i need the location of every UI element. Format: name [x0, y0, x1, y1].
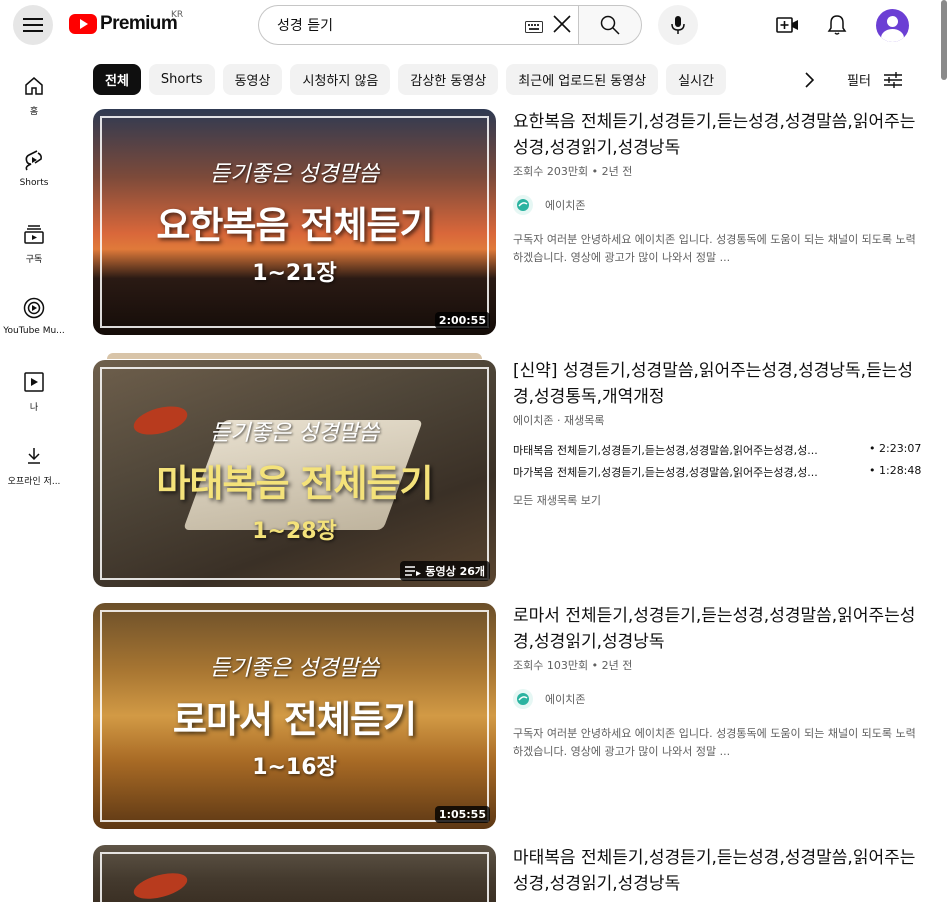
playlist-info: [신약] 성경듣기,성경말씀,읽어주는성경,성경낭독,듣는성경,성경통독,개역개…: [513, 358, 923, 508]
channel-name: 에이치존: [545, 199, 586, 212]
sidebar-item-youtube-music[interactable]: YouTube Mu...: [0, 282, 68, 352]
chip-watched[interactable]: 감상한 동영상: [398, 64, 499, 95]
subscriptions-icon: [24, 222, 44, 246]
video-info: 마태복음 전체듣기,성경듣기,듣는성경,성경말씀,읽어주는성경,성경읽기,성경낭…: [513, 845, 923, 897]
video-info: 로마서 전체듣기,성경듣기,듣는성경,성경말씀,읽어주는성경,성경읽기,성경낭독…: [513, 603, 923, 761]
chip-all[interactable]: 전체: [93, 64, 141, 95]
page-scrollbar[interactable]: [941, 0, 947, 80]
video-description: 구독자 여러분 안녕하세요 에이치존 입니다. 성경통독에 도움이 되는 채널이…: [513, 233, 916, 264]
home-icon: [24, 74, 44, 98]
thumbnail-chapters: 1~21장: [252, 261, 337, 286]
playlist-video-title: 마가복음 전체듣기,성경듣기,듣는성경,성경말씀,읽어주는성경,성...: [513, 466, 818, 479]
sidebar-item-label: Shorts: [19, 178, 49, 188]
playlist-metadata[interactable]: 에이치존 · 재생목록: [513, 412, 923, 428]
channel-avatar: [513, 689, 533, 709]
filter-sliders-icon: [883, 71, 902, 88]
video-title[interactable]: 마태복음 전체듣기,성경듣기,듣는성경,성경말씀,읽어주는성경,성경읽기,성경낭…: [513, 845, 923, 897]
sidebar-item-label: 나: [29, 403, 39, 413]
search-button[interactable]: [578, 5, 642, 45]
chip-unwatched[interactable]: 시청하지 않음: [290, 64, 391, 95]
thumbnail-chapters: 1~28장: [252, 519, 337, 544]
your-channel-icon: [24, 370, 44, 394]
playlist-count-badge: 동영상 26개: [400, 561, 490, 581]
notifications-button[interactable]: [822, 10, 852, 40]
thumbnail-title: 요한복음 전체듣기: [156, 204, 433, 247]
playlist-stack: [107, 353, 482, 359]
bell-icon: [827, 15, 847, 35]
thumbnail-tagline: 듣기좋은 성경말씀: [210, 162, 379, 187]
video-duration: 1:05:55: [434, 806, 490, 823]
view-full-playlist-link[interactable]: 모든 재생목록 보기: [513, 492, 923, 508]
sidebar-item-label: 홈: [29, 107, 39, 117]
playlist-video-title: 마태복음 전체듣기,성경듣기,듣는성경,성경말씀,읽어주는성경,성...: [513, 444, 818, 457]
youtube-play-icon: [69, 14, 97, 34]
video-duration: 2:00:55: [434, 312, 490, 329]
thumbnail-chapters: 1~16장: [252, 755, 337, 780]
sidebar-item-you[interactable]: 나: [0, 356, 68, 426]
channel-link[interactable]: 에이치존: [513, 689, 923, 709]
sidebar-item-home[interactable]: 홈: [0, 60, 68, 130]
sidebar-item-label: 구독: [25, 255, 43, 265]
thumbnail-title: 로마서 전체듣기: [172, 698, 417, 741]
search-filters-button[interactable]: 필터: [847, 70, 903, 89]
region-code: KR: [171, 10, 184, 20]
playlist-thumbnail[interactable]: 듣기좋은 성경말씀 마태복음 전체듣기 1~28장 동영상 26개: [93, 360, 496, 587]
youtube-music-icon: [23, 296, 45, 320]
chip-recently-uploaded[interactable]: 최근에 업로드된 동영상: [506, 64, 659, 95]
logo-text: Premium: [100, 13, 178, 34]
channel-link[interactable]: 에이치존: [513, 195, 923, 215]
download-icon: [26, 444, 42, 468]
thumbnail-tagline: 듣기좋은 성경말씀: [210, 421, 379, 446]
sidebar-item-label: 오프라인 저...: [7, 477, 61, 487]
chip-videos[interactable]: 동영상: [222, 64, 283, 95]
video-thumbnail[interactable]: 듣기좋은 성경말씀 로마서 전체듣기 1~16장 1:05:55: [93, 603, 496, 829]
clear-search-icon[interactable]: [551, 13, 573, 39]
sidebar-item-subscriptions[interactable]: 구독: [0, 208, 68, 278]
channel-avatar: [513, 195, 533, 215]
video-metadata: 조회수 103만회 • 2년 전: [513, 659, 633, 672]
channel-name: 에이치존: [545, 693, 586, 706]
sidebar-item-downloads[interactable]: 오프라인 저...: [0, 430, 68, 500]
thumbnail-title: 마태복음 전체듣기: [156, 462, 433, 505]
video-thumbnail[interactable]: [93, 845, 496, 902]
video-info: 요한복음 전체듣기,성경듣기,듣는성경,성경말씀,읽어주는성경,성경읽기,성경낭…: [513, 109, 923, 267]
chevron-right-icon: [805, 72, 814, 88]
sidebar-item-shorts[interactable]: Shorts: [0, 134, 68, 204]
playlist-count: 동영상 26개: [425, 565, 485, 578]
search-query-text: 성경 듣기: [277, 18, 333, 34]
keyboard-icon[interactable]: [525, 18, 543, 37]
chip-live[interactable]: 실시간: [666, 64, 727, 95]
playlist-video-item[interactable]: 마가복음 전체듣기,성경듣기,듣는성경,성경말씀,읽어주는성경,성... • 1…: [513, 464, 923, 480]
playlist-video-item[interactable]: 마태복음 전체듣기,성경듣기,듣는성경,성경말씀,읽어주는성경,성... • 2…: [513, 442, 923, 458]
account-avatar[interactable]: [876, 9, 909, 42]
shorts-icon: [24, 148, 44, 172]
chip-shorts[interactable]: Shorts: [148, 64, 215, 95]
video-thumbnail[interactable]: 듣기좋은 성경말씀 요한복음 전체듣기 1~21장 2:00:55: [93, 109, 496, 335]
create-button[interactable]: [773, 10, 803, 40]
youtube-premium-logo[interactable]: Premium: [69, 13, 178, 35]
top-bar: Premium KR 성경 듣기: [0, 0, 947, 52]
video-create-icon: [776, 17, 798, 33]
playlist-title[interactable]: [신약] 성경듣기,성경말씀,읽어주는성경,성경낭독,듣는성경,성경통독,개역개…: [513, 358, 923, 410]
sidebar-item-label: YouTube Mu...: [3, 326, 65, 336]
guide-menu-button[interactable]: [13, 5, 53, 45]
hamburger-icon: [23, 18, 43, 32]
microphone-icon: [671, 16, 685, 34]
thumbnail-tagline: 듣기좋은 성경말씀: [210, 656, 379, 681]
video-title[interactable]: 로마서 전체듣기,성경듣기,듣는성경,성경말씀,읽어주는성경,성경읽기,성경낭독: [513, 603, 923, 655]
filter-label: 필터: [847, 74, 871, 89]
playlist-icon: [405, 566, 422, 576]
video-description: 구독자 여러분 안녕하세요 에이치존 입니다. 성경통독에 도움이 되는 채널이…: [513, 727, 916, 758]
video-metadata: 조회수 203만회 • 2년 전: [513, 165, 633, 178]
filter-chips-bar: 전체 Shorts 동영상 시청하지 않음 감상한 동영상 최근에 업로드된 동…: [93, 64, 734, 96]
playlist-video-duration: • 1:28:48: [869, 464, 922, 477]
video-title[interactable]: 요한복음 전체듣기,성경듣기,듣는성경,성경말씀,읽어주는성경,성경읽기,성경낭…: [513, 109, 923, 161]
search-icon: [600, 15, 620, 35]
voice-search-button[interactable]: [658, 5, 698, 45]
playlist-video-duration: • 2:23:07: [869, 442, 922, 455]
chips-fade: [755, 64, 795, 96]
chips-next-button[interactable]: [795, 66, 823, 94]
